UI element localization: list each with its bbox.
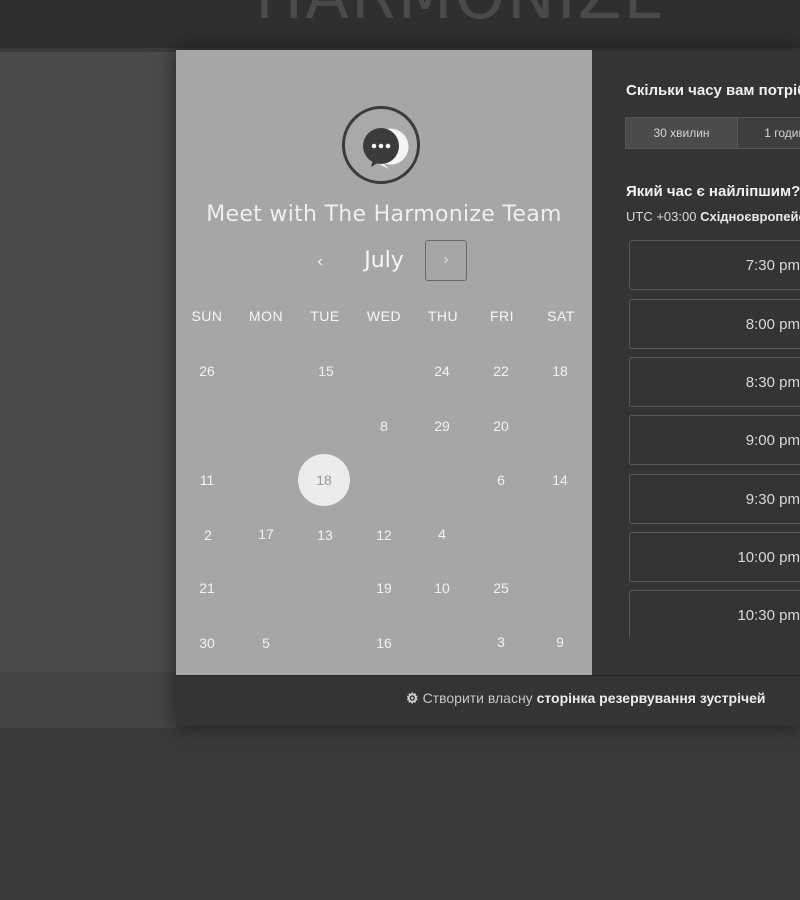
timezone-selector[interactable]: UTC +03:00 Східноєвропейський час bbox=[626, 209, 800, 224]
time-slot-label: 10:30 pm bbox=[737, 607, 800, 624]
footer-prefix: Створити власну bbox=[422, 690, 533, 706]
weekday-header: FRI bbox=[489, 308, 515, 324]
calendar-day[interactable]: 8 bbox=[358, 400, 410, 452]
weekday-header: MON bbox=[248, 308, 284, 324]
duration-option-30[interactable]: 30 хвилин bbox=[626, 118, 738, 148]
calendar-day[interactable]: 11 bbox=[181, 454, 233, 506]
weekday-header: THU bbox=[427, 308, 459, 324]
calendar-day[interactable]: 25 bbox=[475, 562, 527, 614]
weekday-header: TUE bbox=[310, 308, 340, 324]
time-slot-label: 7:30 pm bbox=[745, 257, 800, 274]
calendar-day[interactable]: 21 bbox=[181, 562, 233, 614]
calendar-panel: Meet with The Harmonize Team ‹ July › SU… bbox=[176, 50, 592, 675]
duration-selector: 30 хвилин 1 година bbox=[625, 117, 800, 149]
time-selection-panel: Скільки часу вам потрібно? 30 хвилин 1 г… bbox=[592, 50, 800, 675]
time-slot-label: 8:30 pm bbox=[745, 374, 800, 391]
next-month-button[interactable]: › bbox=[425, 240, 467, 281]
calendar-day[interactable]: 14 bbox=[534, 454, 586, 506]
background-header: HARMONIZE bbox=[0, 0, 800, 48]
calendar-day[interactable]: 5 bbox=[240, 617, 292, 669]
duration-option-60[interactable]: 1 година bbox=[738, 118, 800, 148]
calendar-day[interactable]: 24 bbox=[416, 345, 468, 397]
calendar-day[interactable]: 17 bbox=[240, 508, 292, 560]
time-slot-label: 8:00 pm bbox=[745, 316, 800, 333]
time-slot-label: 9:00 pm bbox=[745, 432, 800, 449]
month-navigation: ‹ July › bbox=[176, 240, 592, 284]
time-slot-list: 7:30 pm 8:00 pm 8:30 pm 9:00 pm 9:30 pm … bbox=[629, 240, 800, 637]
calendar-day[interactable]: 4 bbox=[416, 508, 468, 560]
calendar-day[interactable]: 12 bbox=[358, 509, 410, 561]
calendar-day[interactable]: 29 bbox=[416, 400, 468, 452]
calendar-day[interactable]: 16 bbox=[358, 617, 410, 669]
calendar-day-selected[interactable]: 18 bbox=[298, 454, 350, 506]
background-header-text: HARMONIZE bbox=[255, 0, 666, 34]
calendar-day[interactable]: 22 bbox=[475, 345, 527, 397]
chat-bubble-logo-icon bbox=[342, 106, 420, 184]
footer-bar: ⚙ Створити власну сторінка резервування з… bbox=[176, 675, 800, 726]
time-slot[interactable]: 9:30 pm bbox=[629, 474, 800, 524]
time-slot-label: 9:30 pm bbox=[745, 491, 800, 508]
time-slot[interactable]: 8:00 pm bbox=[629, 299, 800, 349]
time-slot[interactable]: 8:30 pm bbox=[629, 357, 800, 407]
previous-month-button[interactable]: ‹ bbox=[306, 248, 334, 276]
time-slot[interactable]: 7:30 pm bbox=[629, 240, 800, 290]
duration-question: Скільки часу вам потрібно? bbox=[626, 82, 800, 99]
calendar-day[interactable]: 6 bbox=[475, 454, 527, 506]
weekday-header: SAT bbox=[547, 308, 575, 324]
timezone-name: Східноєвропейський час bbox=[700, 209, 800, 224]
month-label: July bbox=[364, 248, 404, 273]
time-slot[interactable]: 10:00 pm bbox=[629, 532, 800, 582]
calendar-day[interactable]: 13 bbox=[299, 509, 351, 561]
weekday-header: WED bbox=[366, 308, 402, 324]
background-left-strip bbox=[0, 52, 176, 672]
meeting-title: Meet with The Harmonize Team bbox=[206, 202, 562, 227]
calendar-day[interactable]: 18 bbox=[534, 345, 586, 397]
footer-bold-text: сторінка резервування зустрічей bbox=[536, 690, 766, 706]
time-slot-label: 10:00 pm bbox=[737, 549, 800, 566]
time-question: Який час є найліпшим? bbox=[626, 183, 800, 200]
calendar-day[interactable]: 10 bbox=[416, 562, 468, 614]
calendar-day[interactable]: 3 bbox=[475, 616, 527, 668]
calendar-day[interactable]: 26 bbox=[181, 345, 233, 397]
weekday-header: SUN bbox=[191, 308, 223, 324]
calendar-day[interactable]: 30 bbox=[181, 617, 233, 669]
create-booking-page-link[interactable]: ⚙ Створити власну сторінка резервування з… bbox=[406, 690, 766, 707]
timezone-offset: UTC +03:00 bbox=[626, 209, 697, 224]
calendar-day[interactable]: 2 bbox=[182, 509, 234, 561]
meetings-widget: Meet with The Harmonize Team ‹ July › SU… bbox=[176, 50, 800, 726]
background-left-strip-lower bbox=[0, 672, 176, 728]
hubspot-sprocket-icon: ⚙ bbox=[406, 690, 419, 706]
time-slot[interactable]: 10:30 pm bbox=[629, 590, 800, 637]
calendar-day[interactable]: 19 bbox=[358, 562, 410, 614]
calendar-day[interactable]: 20 bbox=[475, 400, 527, 452]
calendar-day[interactable]: 15 bbox=[300, 345, 352, 397]
time-slot[interactable]: 9:00 pm bbox=[629, 415, 800, 465]
calendar-day[interactable]: 9 bbox=[534, 616, 586, 668]
